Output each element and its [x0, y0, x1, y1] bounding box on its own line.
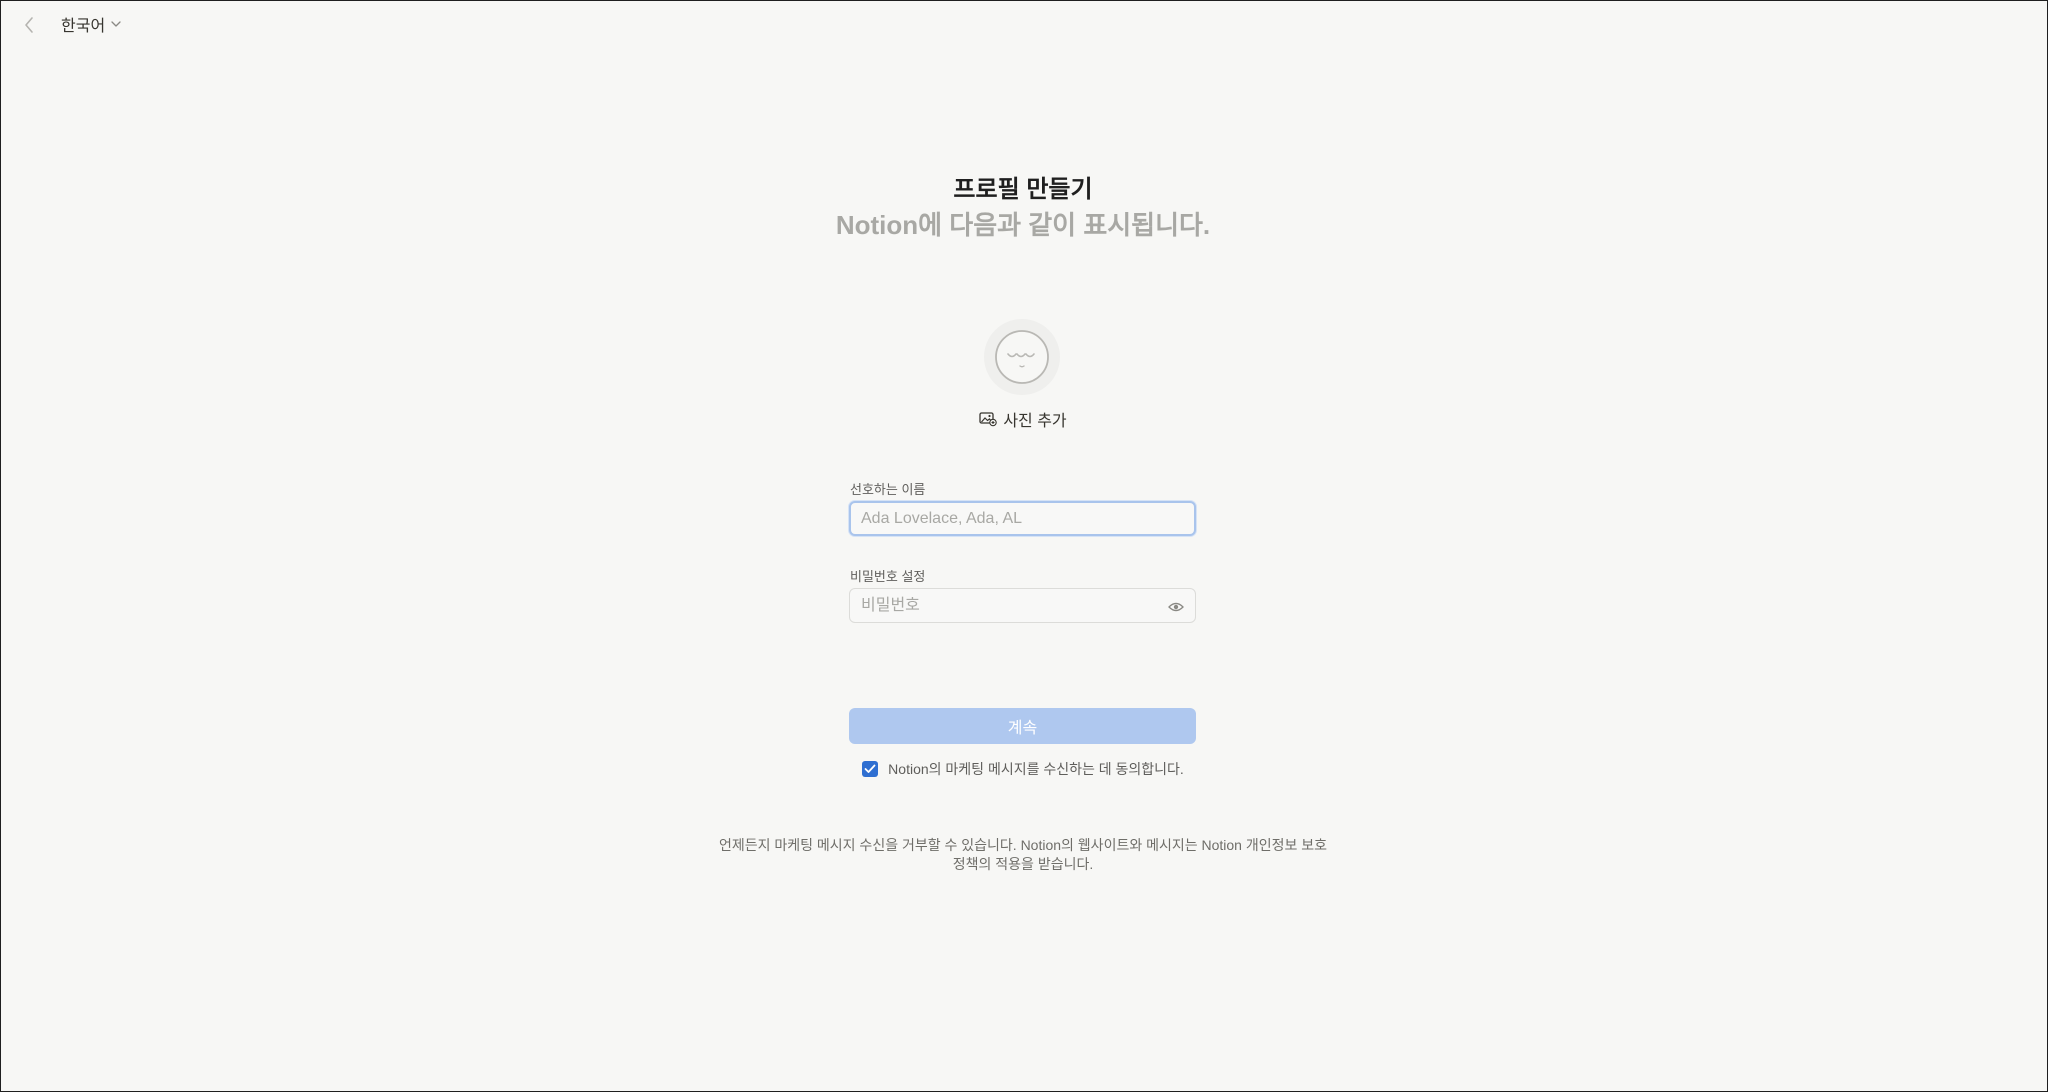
- app-window: 한국어 프로필 만들기 Notion에 다음과 같이 표시됩니다. 사진 추가 …: [0, 0, 2048, 1092]
- password-visibility-toggle[interactable]: [1166, 597, 1186, 617]
- back-button[interactable]: [17, 13, 41, 37]
- language-selector[interactable]: 한국어: [61, 11, 121, 37]
- privacy-note: 언제든지 마케팅 메시지 수신을 거부할 수 있습니다. Notion의 웹사이…: [718, 837, 1328, 872]
- chevron-down-icon: [111, 21, 121, 27]
- eye-icon: [1168, 602, 1184, 612]
- marketing-consent-checkbox[interactable]: [862, 761, 879, 777]
- image-add-icon: [979, 412, 998, 427]
- page-title: 프로필 만들기: [953, 176, 1093, 203]
- chevron-left-icon: [25, 17, 33, 33]
- password-label: 비밀번호 설정: [850, 569, 926, 584]
- add-photo-label: 사진 추가: [1003, 413, 1067, 430]
- password-input[interactable]: [849, 588, 1196, 623]
- face-avatar-icon: [995, 330, 1049, 384]
- checkmark-icon: [864, 764, 876, 773]
- page-subtitle: Notion에 다음과 같이 표시됩니다.: [835, 210, 1211, 240]
- marketing-consent-label: Notion의 마케팅 메시지를 수신하는 데 동의합니다.: [888, 761, 1184, 777]
- add-photo-button[interactable]: 사진 추가: [1, 407, 2045, 431]
- continue-button[interactable]: 계속: [849, 708, 1196, 744]
- name-input[interactable]: [849, 501, 1196, 536]
- language-label: 한국어: [61, 18, 106, 35]
- marketing-consent: Notion의 마케팅 메시지를 수신하는 데 동의합니다.: [1, 759, 2045, 779]
- name-label: 선호하는 이름: [850, 482, 926, 497]
- avatar[interactable]: [984, 319, 1060, 395]
